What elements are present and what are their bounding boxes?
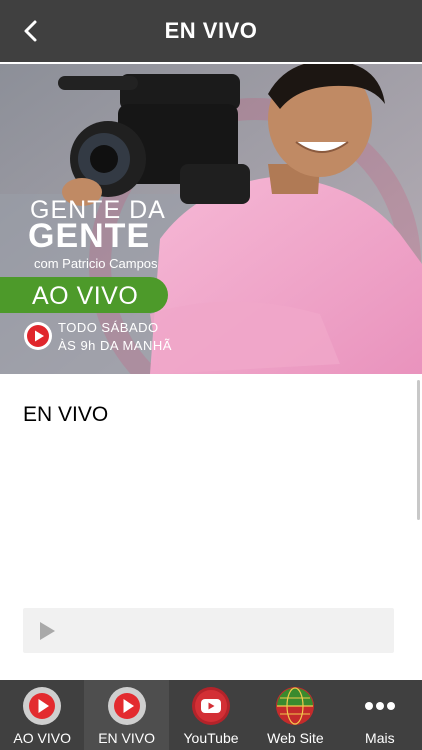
tab-label: EN VIVO [98,730,155,746]
section-heading: EN VIVO [23,403,109,426]
tab-ao-vivo[interactable]: AO VIVO [0,680,84,750]
banner-schedule-time: ÀS 9h DA MANHÃ [58,338,172,353]
banner-host-name: com Patricio Campos [34,256,158,271]
globe-icon [275,686,315,726]
more-icon [360,686,400,726]
banner-schedule-day: TODO SÁBADO [58,320,159,335]
tab-mais[interactable]: Mais [338,680,422,750]
tab-en-vivo[interactable]: EN VIVO [84,680,169,750]
youtube-icon [191,686,231,726]
tab-youtube[interactable]: YouTube [169,680,253,750]
banner-live-label: AO VIVO [32,282,139,310]
tab-web-site[interactable]: Web Site [253,680,337,750]
bottom-tab-bar: AO VIVO EN VIVO YouTube Web Site Mais [0,680,422,750]
play-circle-icon [107,686,147,726]
play-icon [40,622,55,640]
page-title: EN VIVO [164,18,258,43]
player-play-button[interactable] [37,621,57,641]
audio-player [23,608,394,653]
tab-label: AO VIVO [13,730,71,746]
tab-label: Web Site [267,730,324,746]
banner-play-icon [24,322,52,350]
top-navigation-bar: EN VIVO [0,0,422,62]
tab-label: YouTube [183,730,239,746]
banner-show-title-line2: GENTE [28,217,151,255]
show-banner-image: GENTE DA GENTE com Patricio Campos AO VI… [0,64,422,374]
scrollbar[interactable] [417,380,420,520]
tab-label: Mais [365,730,395,746]
play-circle-icon [22,686,62,726]
